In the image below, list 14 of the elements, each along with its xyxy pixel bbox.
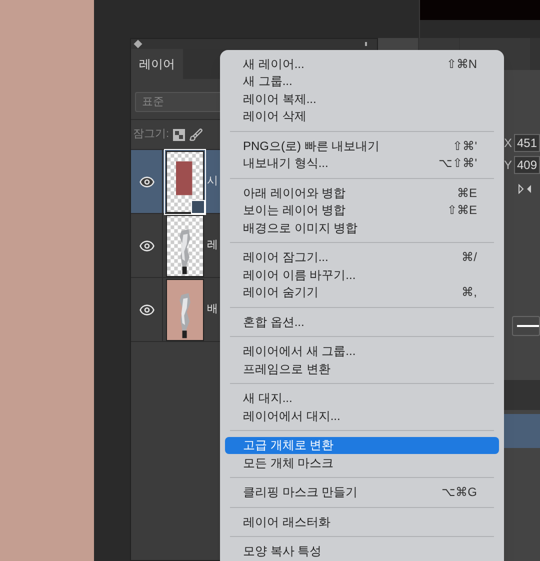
shortcut-label: ⌘, [462,284,477,302]
lock-label: 잠그기: [133,127,170,142]
layer-name: 시 [207,174,218,190]
layer-name: 레 [207,238,218,254]
shortcut-label: ⌥⇧⌘' [438,155,477,172]
shortcut-label: ⌘/ [462,249,477,266]
layer-name: 배 [207,302,218,318]
shortcut-label: ⌥⌘G [442,484,477,502]
shortcut-label: ⇧⌘N [446,56,477,73]
x-label: X [504,135,512,152]
shortcut-label: ⌘E [456,184,477,202]
shortcut-label: ⇧⌘E [446,202,477,220]
shortcut-label: ⇧⌘' [452,138,477,155]
y-label: Y [504,157,512,174]
